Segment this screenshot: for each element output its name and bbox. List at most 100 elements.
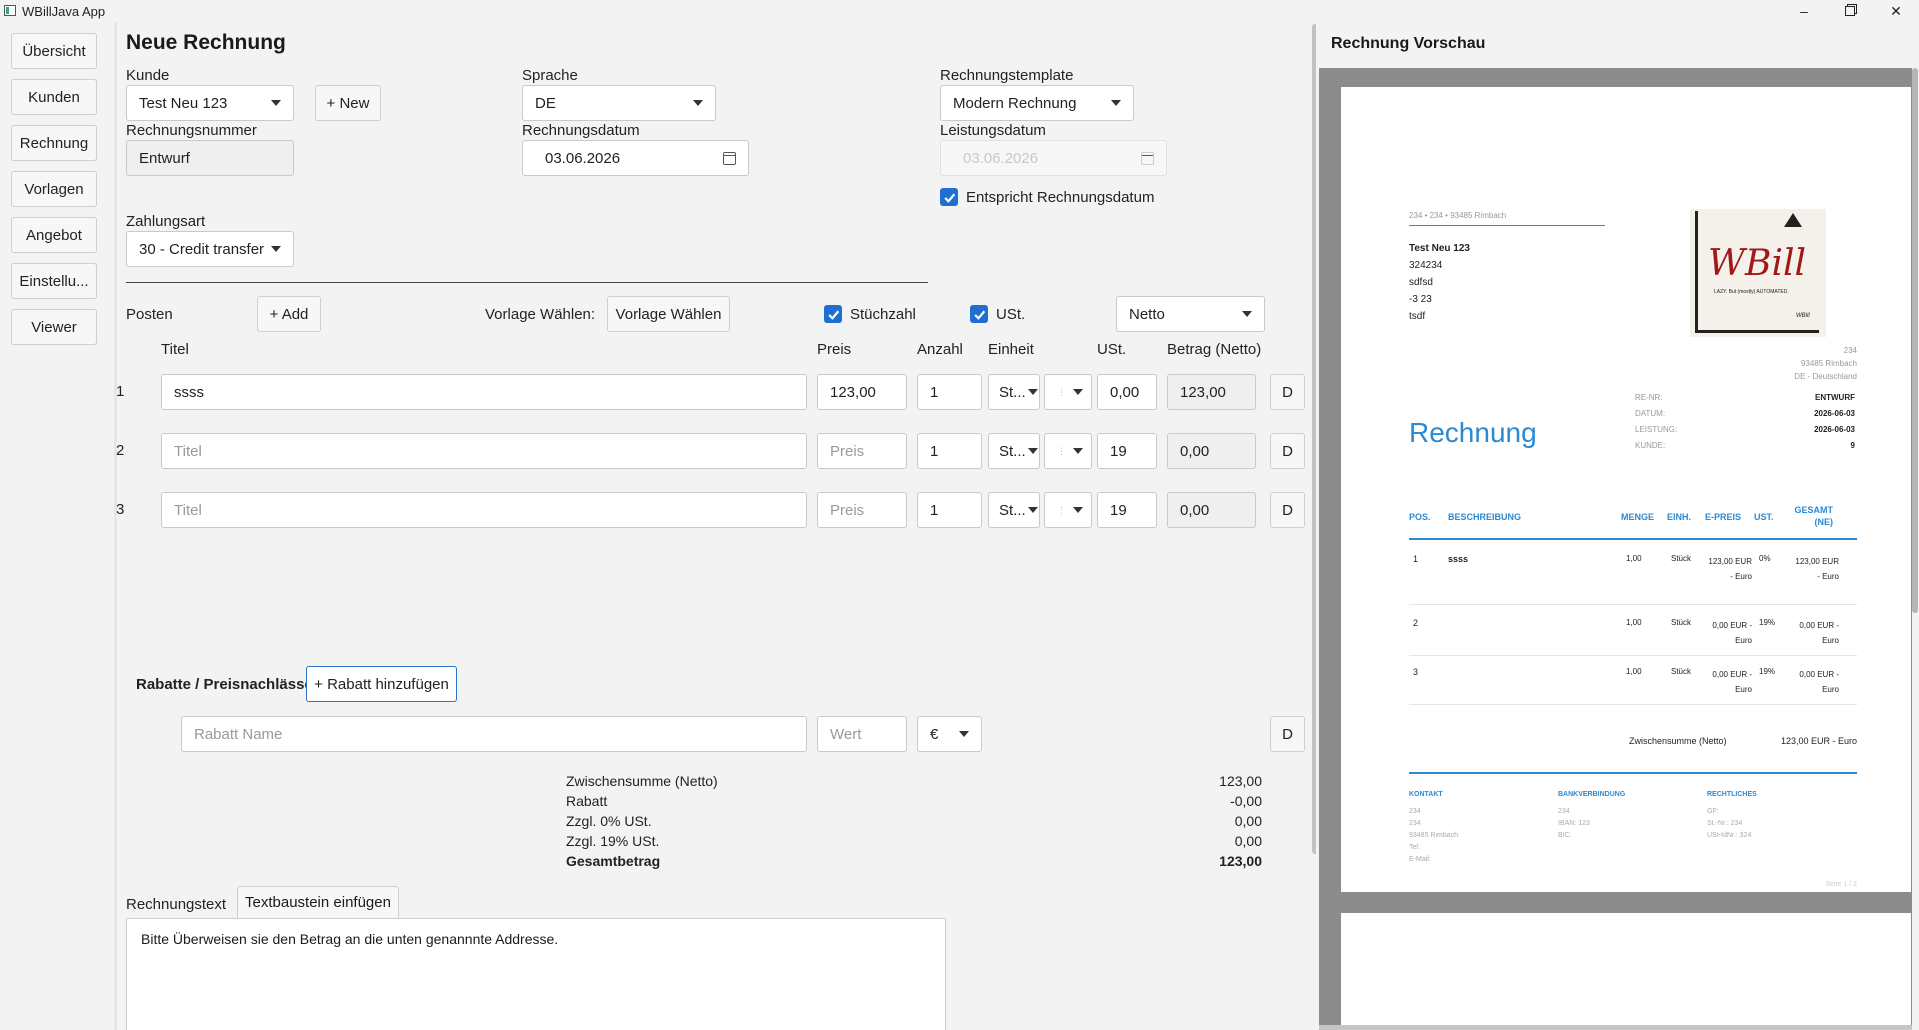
preview-row-ust: 19% (1759, 667, 1776, 676)
posten-delete-button[interactable]: D (1270, 492, 1305, 528)
row-number: 2 (116, 442, 125, 459)
footer-heading: RECHTLICHES (1707, 791, 1757, 798)
preview-row-einheit: Stück (1671, 618, 1692, 627)
preview-hscrollbar[interactable] (1319, 1025, 1912, 1030)
app-icon (4, 5, 16, 16)
chevron-down-icon (959, 731, 969, 737)
recipient-name: Test Neu 123 (1409, 243, 1470, 254)
checkbox-checked-icon[interactable] (824, 305, 842, 323)
meta-label: KUNDE: (1635, 441, 1666, 450)
posten-ust-input[interactable]: 19 (1097, 433, 1157, 469)
minimize-icon[interactable]: – (1781, 0, 1827, 22)
posten-price-input[interactable]: 123,00 (817, 374, 907, 410)
rechnungsnummer-field: Entwurf (126, 140, 294, 176)
chevron-down-icon (1242, 311, 1252, 317)
restore-icon[interactable] (1827, 0, 1873, 22)
sidebar-item-angebot[interactable]: Angebot (11, 217, 97, 253)
window-title: WBillJava App (22, 4, 106, 19)
add-posten-button[interactable]: + Add (257, 296, 321, 332)
textbaustein-button[interactable]: Textbaustein einfügen (237, 886, 399, 918)
posten-quantity-input[interactable]: 1 (917, 492, 982, 528)
col-titel: Titel (161, 341, 189, 358)
posten-title-input[interactable]: Titel (161, 433, 807, 469)
meta-label: LEISTUNG: (1635, 425, 1678, 434)
table-header-line (1409, 538, 1857, 540)
posten-ust-input[interactable]: 19 (1097, 492, 1157, 528)
posten-tax-category-select[interactable]: ⋮ (1044, 374, 1092, 410)
preview-row-pos: 1 (1413, 554, 1419, 564)
rabatt-currency-select[interactable]: € (917, 716, 982, 752)
checkbox-checked-icon[interactable] (970, 305, 988, 323)
posten-delete-button[interactable]: D (1270, 374, 1305, 410)
close-icon[interactable]: ✕ (1873, 0, 1919, 22)
rabatt-delete-button[interactable]: D (1270, 716, 1305, 752)
vorlage-waehlen-button[interactable]: Vorlage Wählen (607, 296, 730, 332)
posten-price-input[interactable]: Preis (817, 492, 907, 528)
chevron-down-icon (1073, 448, 1083, 454)
sender-address: DE - Deutschland (1794, 372, 1857, 381)
posten-title-input[interactable]: ssss (161, 374, 807, 410)
add-rabatt-button[interactable]: + Rabatt hinzufügen (306, 666, 457, 702)
posten-unit-select[interactable]: St... (988, 374, 1040, 410)
preview-row-desc: ssss (1448, 554, 1469, 564)
calendar-icon[interactable] (723, 151, 736, 165)
sidebar-item-kunden[interactable]: Kunden (11, 79, 97, 115)
sidebar-item-einstellungen[interactable]: Einstellu... (11, 263, 97, 299)
footer-line-text: 234 (1409, 820, 1421, 827)
rechnungstext-label: Rechnungstext (126, 896, 227, 913)
footer-line-text: USt-IdNr.: 324 (1707, 832, 1752, 839)
recipient-line: sdfsd (1409, 277, 1433, 288)
footer-line-text: BIC: (1558, 832, 1572, 839)
stueckzahl-checkbox[interactable]: Stüchzahl (824, 305, 916, 323)
sidebar-item-uebersicht[interactable]: Übersicht (11, 33, 97, 69)
kunde-select[interactable]: Test Neu 123 (126, 85, 294, 121)
summary-value: 123,00 (1219, 773, 1262, 789)
posten-title-input[interactable]: Titel (161, 492, 807, 528)
footer-line-text: Tel: (1409, 844, 1420, 851)
section-divider (126, 282, 928, 283)
checkbox-checked-icon[interactable] (940, 188, 958, 206)
kunde-label: Kunde (126, 67, 170, 84)
posten-ust-input[interactable]: 0,00 (1097, 374, 1157, 410)
footer-line-text: GF: (1707, 808, 1719, 815)
netto-brutto-select[interactable]: Netto (1116, 296, 1265, 332)
rechnungstext-textarea[interactable]: Bitte Überweisen sie den Betrag an die u… (126, 918, 946, 1030)
sidebar-item-vorlagen[interactable]: Vorlagen (11, 171, 97, 207)
sidebar-item-rechnung[interactable]: Rechnung (11, 125, 97, 161)
posten-unit-select[interactable]: St... (988, 433, 1040, 469)
posten-unit-select[interactable]: St... (988, 492, 1040, 528)
summary-label: Zzgl. 0% USt. (566, 813, 652, 829)
template-select[interactable]: Modern Rechnung (940, 85, 1134, 121)
rabatt-label: Rabatte / Preisnachlässe (136, 676, 313, 693)
hat-icon (1784, 213, 1802, 227)
rechnungsdatum-picker[interactable]: 03.06.2026 (522, 140, 749, 176)
ust-checkbox[interactable]: USt. (970, 305, 1025, 323)
summary-label: Gesamtbetrag (566, 853, 661, 869)
posten-label: Posten (126, 306, 173, 323)
footer-heading: KONTAKT (1409, 791, 1443, 798)
preview-page-2 (1341, 913, 1911, 1030)
sidebar-item-viewer[interactable]: Viewer (11, 309, 97, 345)
rabatt-wert-input[interactable]: Wert (817, 716, 907, 752)
chevron-down-icon (1027, 389, 1038, 395)
posten-tax-category-select[interactable]: ⋮ (1044, 433, 1092, 469)
sprache-select[interactable]: DE (522, 85, 716, 121)
preview-scrollbar[interactable] (1912, 68, 1918, 613)
rabatt-name-input[interactable]: Rabatt Name (181, 716, 807, 752)
posten-quantity-input[interactable]: 1 (917, 374, 982, 410)
posten-price-input[interactable]: Preis (817, 433, 907, 469)
preview-col-header: MENGE (1621, 512, 1655, 522)
preview-row-menge: 1,00 (1626, 618, 1642, 627)
posten-quantity-input[interactable]: 1 (917, 433, 982, 469)
leistungsdatum-checkbox[interactable]: Entspricht Rechnungsdatum (940, 188, 1154, 206)
new-customer-button[interactable]: + New (315, 85, 381, 121)
posten-delete-button[interactable]: D (1270, 433, 1305, 469)
chevron-down-icon (1027, 448, 1038, 454)
summary-label: Rabatt (566, 793, 608, 809)
chevron-down-icon (271, 100, 281, 106)
posten-tax-category-select[interactable]: ⋮ (1044, 492, 1092, 528)
preview-col-header: UST. (1754, 512, 1774, 522)
footer-line-text: 93485 Rimbach (1409, 832, 1459, 839)
zahlungsart-select[interactable]: 30 - Credit transfer (126, 231, 294, 267)
footer-line-text: 234 (1409, 808, 1421, 815)
